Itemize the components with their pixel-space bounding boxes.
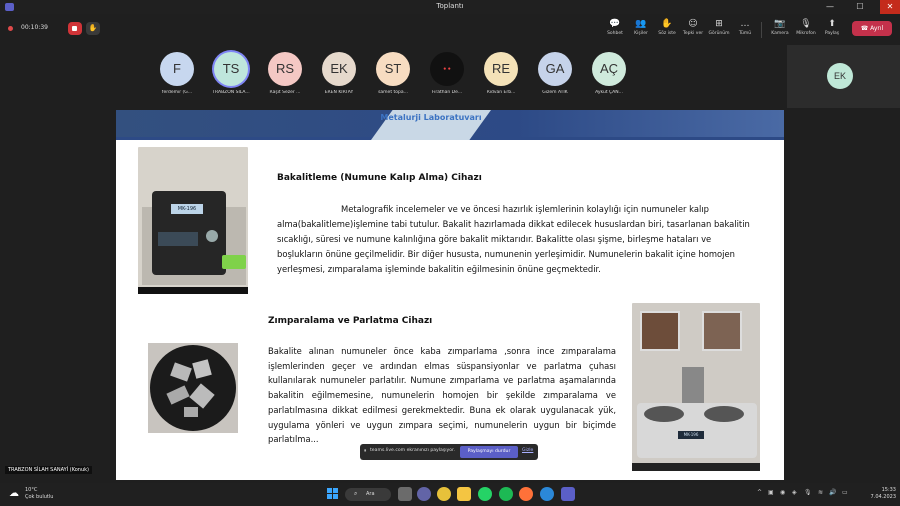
ellipsis-icon: … bbox=[740, 19, 750, 29]
section-heading-bakalitleme: Bakalitleme (Numune Kalıp Alma) Cihazı bbox=[277, 173, 482, 183]
participant-tile[interactable]: TS TRABZON SİLA... bbox=[211, 52, 251, 104]
microphone-icon: 🎙 bbox=[800, 19, 812, 29]
file-explorer-icon[interactable] bbox=[457, 487, 471, 501]
phone-icon: ☎ bbox=[860, 25, 871, 32]
teams-icon[interactable] bbox=[561, 487, 575, 501]
windows-taskbar: ☁ 10°C Çok bulutlu ⌕ Ara ^ ▣ ◉ ◈ 🎙 ≋ 🔊 ▭… bbox=[0, 483, 900, 506]
screen-sharing-bar: ⏸ teams.live.com ekranınızı paylaşıyor. … bbox=[360, 444, 538, 460]
battery-icon[interactable]: ▭ bbox=[842, 489, 848, 496]
stop-sharing-button[interactable]: Paylaşmayı durdur bbox=[460, 446, 518, 458]
camera-button[interactable]: 📷 Kamera bbox=[767, 18, 793, 42]
leave-button[interactable]: ☎ Ayrıl bbox=[852, 21, 892, 36]
self-video-tile[interactable]: EK bbox=[787, 45, 900, 108]
mute-notifications-icon[interactable]: ✋ bbox=[86, 22, 100, 35]
spotify-icon[interactable] bbox=[499, 487, 513, 501]
participant-tile[interactable]: RS Raşit Sezer ... bbox=[265, 52, 305, 104]
more-button[interactable]: … Tümü bbox=[732, 18, 758, 42]
react-button[interactable]: ☺ Tepki ver bbox=[680, 18, 706, 42]
sharing-status-text: teams.live.com ekranınızı paylaşıyor. bbox=[370, 448, 455, 453]
tray-app-icon[interactable]: ◈ bbox=[792, 489, 797, 496]
bakalit-sample-photo bbox=[148, 343, 238, 433]
bakalitleme-device-photo: MK-196 bbox=[138, 147, 248, 294]
camera-icon: 📷 bbox=[774, 19, 786, 29]
participant-tile[interactable]: ● ● Firathan De... bbox=[427, 52, 467, 104]
whatsapp-icon[interactable] bbox=[478, 487, 492, 501]
section-heading-zimparalama: Zımparalama ve Parlatma Cihazı bbox=[268, 316, 433, 326]
people-icon: 👥 bbox=[635, 19, 647, 29]
clock-date[interactable]: 7.04.2023 bbox=[860, 494, 896, 500]
avatar: F bbox=[160, 52, 194, 86]
avatar: RE bbox=[484, 52, 518, 86]
recording-indicator-icon bbox=[8, 26, 13, 31]
avatar: AÇ bbox=[592, 52, 626, 86]
smiley-icon: ☺ bbox=[688, 19, 698, 29]
avatar: EK bbox=[322, 52, 356, 86]
participant-strip: Fferdemir (G... TS TRABZON SİLA... RS Raşi… bbox=[0, 44, 787, 108]
meeting-toolbar: 00:10:39 ✋ 💬 Sohbet 👥 Kişiler ✋ Söz iste ☺ T… bbox=[0, 14, 900, 44]
participant-tile[interactable]: GA Gizem ATİK bbox=[535, 52, 575, 104]
window-title: Toplantı bbox=[436, 2, 464, 10]
avatar: ST bbox=[376, 52, 410, 86]
participant-tile[interactable]: AÇ Aykut ÇAN... bbox=[589, 52, 629, 104]
chat-button[interactable]: 💬 Sohbet bbox=[602, 18, 628, 42]
section-paragraph-bakalitleme: Metalografik incelemeler ve ve öncesi ha… bbox=[277, 204, 750, 274]
participant-tile[interactable]: ST samet topa... bbox=[373, 52, 413, 104]
stop-recording-button[interactable] bbox=[68, 22, 82, 35]
slide-banner-title: Metalurji Laboratuvarı bbox=[380, 113, 482, 122]
search-icon: ⌕ bbox=[354, 490, 358, 497]
avatar: EK bbox=[827, 63, 853, 89]
view-button[interactable]: ⊞ Görünüm bbox=[706, 18, 732, 42]
close-button[interactable]: ✕ bbox=[880, 0, 900, 14]
messenger-icon[interactable] bbox=[540, 487, 554, 501]
weather-temperature[interactable]: 10°C bbox=[25, 487, 37, 493]
meeting-timer: 00:10:39 bbox=[21, 24, 48, 31]
chevron-up-icon[interactable]: ^ bbox=[757, 489, 762, 496]
share-button[interactable]: ⬆ Paylaş bbox=[819, 18, 845, 42]
chrome-icon[interactable] bbox=[437, 487, 451, 501]
teams-chat-icon[interactable] bbox=[417, 487, 431, 501]
maximize-button[interactable]: ☐ bbox=[850, 0, 870, 14]
volume-icon[interactable]: 🔊 bbox=[829, 489, 836, 496]
avatar-image: ● ● bbox=[430, 52, 464, 86]
tray-app-icon[interactable]: ▣ bbox=[768, 489, 774, 496]
minimize-button[interactable]: — bbox=[820, 0, 840, 14]
avatar: GA bbox=[538, 52, 572, 86]
taskbar-search-box[interactable]: ⌕ Ara bbox=[345, 488, 391, 501]
presenter-name-label: TRABZON SİLAH SANAYİ (Konuk) bbox=[5, 466, 92, 474]
raise-hand-button[interactable]: ✋ Söz iste bbox=[654, 18, 680, 42]
cloud-icon[interactable]: ☁ bbox=[9, 488, 21, 500]
microphone-button[interactable]: 🎙 Mikrofon bbox=[793, 18, 819, 42]
chat-icon: 💬 bbox=[609, 19, 621, 29]
microphone-tray-icon[interactable]: 🎙 bbox=[804, 489, 812, 496]
grid-icon: ⊞ bbox=[715, 19, 723, 29]
people-button[interactable]: 👥 Kişiler bbox=[628, 18, 654, 42]
task-view-icon[interactable] bbox=[398, 487, 412, 501]
windows-start-icon[interactable] bbox=[327, 488, 339, 500]
parlatma-device-photo: MK-196 bbox=[632, 303, 760, 471]
toolbar-divider bbox=[761, 22, 762, 38]
avatar: RS bbox=[268, 52, 302, 86]
section-paragraph-zimparalama: Bakalite alınan numuneler önce kaba zımp… bbox=[268, 346, 616, 445]
avatar: TS bbox=[214, 52, 248, 86]
title-bar: Toplantı — ☐ ✕ bbox=[0, 0, 900, 14]
wifi-icon[interactable]: ≋ bbox=[818, 489, 823, 496]
hand-icon: ✋ bbox=[661, 19, 673, 29]
tray-app-icon[interactable]: ◉ bbox=[780, 489, 785, 496]
participant-tile[interactable]: RE Rıdvan Erb... bbox=[481, 52, 521, 104]
hide-sharing-bar-link[interactable]: Gizle bbox=[522, 448, 533, 453]
participant-tile[interactable]: EK EREN KIRTAY bbox=[319, 52, 359, 104]
firefox-icon[interactable] bbox=[519, 487, 533, 501]
weather-description[interactable]: Çok bulutlu bbox=[25, 494, 53, 500]
shared-screen-slide: Metalurji Laboratuvarı MK-196 Bakalitlem… bbox=[116, 110, 784, 480]
clock-time[interactable]: 15:33 bbox=[860, 487, 896, 493]
share-icon: ⬆ bbox=[828, 19, 836, 29]
participant-tile[interactable]: Fferdemir (G... bbox=[157, 52, 197, 104]
pause-icon: ⏸ bbox=[364, 448, 367, 454]
